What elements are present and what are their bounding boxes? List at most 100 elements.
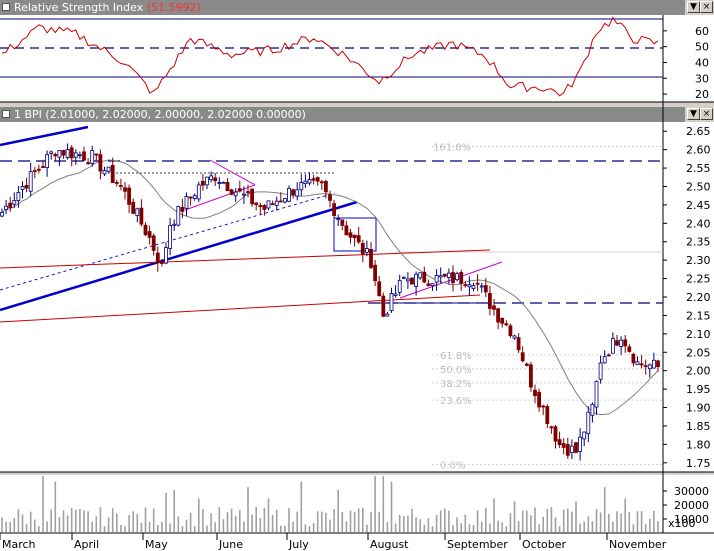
candle-body bbox=[266, 200, 271, 209]
candle-body bbox=[492, 305, 496, 310]
candle-body bbox=[520, 352, 525, 362]
candle-body bbox=[356, 235, 361, 243]
candle-body bbox=[598, 362, 603, 380]
month-label: March bbox=[2, 538, 36, 551]
candle-body bbox=[49, 151, 54, 154]
candle-body bbox=[328, 194, 332, 201]
candle-body bbox=[32, 170, 37, 172]
price-tick-label: 2.35 bbox=[686, 236, 711, 249]
candle-body bbox=[401, 276, 406, 279]
price-tick-label: 2.25 bbox=[686, 273, 711, 286]
price-tick-label: 1.80 bbox=[686, 438, 711, 451]
candle-body bbox=[311, 178, 316, 181]
candle-body bbox=[139, 207, 144, 225]
candle-body bbox=[270, 203, 275, 206]
candle-body bbox=[90, 150, 95, 164]
price-tick-label: 2.60 bbox=[686, 144, 711, 157]
candle-body bbox=[213, 177, 218, 182]
candle-body bbox=[496, 308, 501, 323]
candle-body bbox=[69, 147, 74, 159]
price-tick-label: 2.65 bbox=[686, 125, 711, 138]
candle-body bbox=[282, 198, 287, 203]
candle-body bbox=[508, 325, 513, 337]
fib-level-label: 23.6% bbox=[440, 396, 472, 407]
candle-body bbox=[652, 359, 656, 369]
rsi-tick-label: 30 bbox=[695, 72, 709, 85]
rsi-tick-label: 20 bbox=[695, 88, 709, 101]
candle-body bbox=[557, 439, 562, 446]
candle-body bbox=[578, 436, 582, 452]
candle-body bbox=[627, 346, 632, 352]
candle-body bbox=[393, 293, 398, 296]
candle-body bbox=[45, 154, 49, 168]
candle-body bbox=[471, 285, 476, 289]
candle-body bbox=[410, 277, 414, 285]
candle-body bbox=[364, 248, 369, 253]
candle-body bbox=[348, 232, 353, 238]
candle-body bbox=[86, 162, 90, 165]
candle-body bbox=[205, 176, 209, 186]
candle-body bbox=[102, 170, 107, 175]
price-tick-label: 2.20 bbox=[686, 291, 711, 304]
candle-body bbox=[299, 182, 304, 191]
candle-body bbox=[4, 205, 8, 210]
candle-body bbox=[147, 231, 152, 238]
candle-body bbox=[611, 338, 615, 354]
candle-body bbox=[119, 185, 123, 187]
candle-body bbox=[241, 193, 246, 196]
candle-body bbox=[385, 313, 390, 317]
candle-body bbox=[0, 212, 4, 217]
candle-body bbox=[434, 275, 439, 283]
month-label: May bbox=[145, 538, 168, 551]
month-label: November bbox=[609, 538, 667, 551]
candle-body bbox=[635, 361, 640, 365]
candle-body bbox=[250, 188, 255, 205]
candle-body bbox=[258, 205, 263, 207]
candle-body bbox=[594, 381, 599, 408]
price-plot-area bbox=[0, 122, 663, 472]
candle-body bbox=[586, 411, 591, 435]
candle-body bbox=[373, 264, 378, 282]
candle-body bbox=[233, 191, 238, 197]
price-tick-label: 2.30 bbox=[686, 254, 711, 267]
candle-body bbox=[590, 403, 595, 416]
price-tick-label: 1.75 bbox=[686, 457, 711, 470]
candle-body bbox=[155, 252, 160, 264]
candle-body bbox=[127, 187, 131, 205]
rsi-tick-label: 40 bbox=[695, 56, 709, 69]
candle-body bbox=[180, 207, 185, 212]
candle-body bbox=[541, 405, 546, 408]
candle-body bbox=[278, 200, 283, 203]
fib-level-label: 161.8% bbox=[433, 142, 471, 153]
candle-body bbox=[426, 283, 431, 286]
candle-body bbox=[565, 444, 570, 456]
candle-body bbox=[602, 356, 607, 364]
candle-body bbox=[143, 224, 148, 236]
price-tick-label: 2.55 bbox=[686, 162, 711, 175]
candle-body bbox=[512, 335, 517, 339]
candle-body bbox=[332, 203, 337, 216]
candle-body bbox=[106, 166, 111, 172]
candle-body bbox=[28, 171, 33, 192]
candle-body bbox=[352, 234, 357, 239]
candle-body bbox=[20, 185, 25, 190]
candle-body bbox=[377, 281, 382, 297]
candle-body bbox=[463, 284, 468, 287]
candle-body bbox=[217, 182, 222, 184]
candle-body bbox=[570, 445, 574, 453]
candle-body bbox=[529, 364, 533, 388]
candle-body bbox=[516, 337, 521, 351]
candle-body bbox=[53, 153, 58, 157]
candle-body bbox=[487, 293, 492, 309]
candle-body bbox=[303, 180, 308, 184]
candle-body bbox=[418, 272, 423, 279]
candle-body bbox=[430, 283, 435, 287]
rsi-tick-label: 60 bbox=[695, 25, 709, 38]
candle-body bbox=[623, 339, 628, 347]
candle-body bbox=[389, 293, 394, 311]
candle-body bbox=[135, 208, 140, 216]
candle-body bbox=[307, 179, 312, 184]
candle-body bbox=[340, 219, 345, 226]
candle-body bbox=[184, 196, 189, 209]
candle-body bbox=[323, 181, 328, 193]
